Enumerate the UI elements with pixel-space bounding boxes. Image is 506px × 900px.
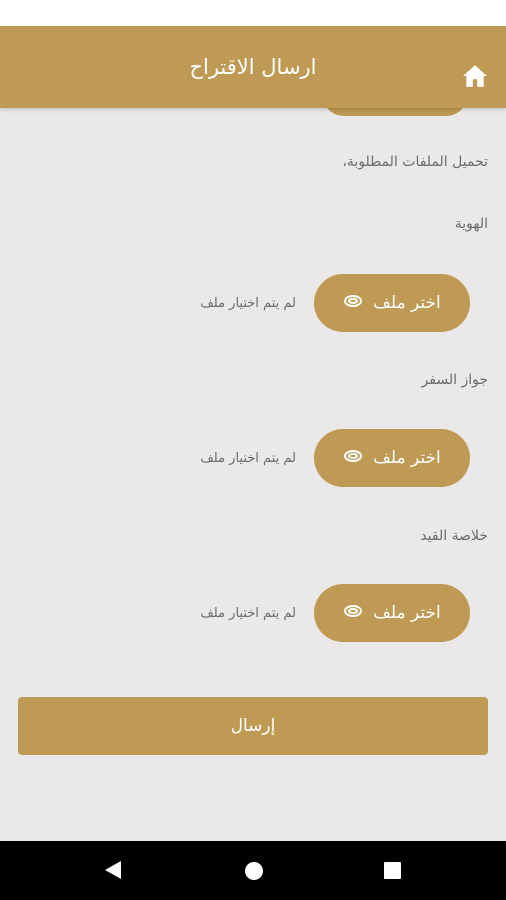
page-title: ارسال الاقتراح: [189, 55, 317, 79]
choose-file-label: اختر ملف: [373, 293, 441, 313]
upload-intro-text: تحميل الملفات المطلوبة،: [342, 154, 488, 170]
app-screen: ارسال الاقتراح تحميل الملفات المطلوبة، ا…: [0, 0, 506, 900]
choose-file-button-passport[interactable]: اختر ملف: [314, 429, 470, 487]
home-icon[interactable]: [462, 64, 488, 88]
home-circle-icon[interactable]: [244, 861, 264, 881]
system-nav-bar: [0, 841, 506, 900]
field-label-passport: جواز السفر: [421, 372, 488, 388]
file-status-passport: لم يتم اختيار ملف: [200, 450, 296, 466]
file-row-passport: اختر ملف لم يتم اختيار ملف: [0, 429, 506, 487]
recents-icon[interactable]: [384, 862, 401, 879]
choose-file-label: اختر ملف: [373, 448, 441, 468]
status-bar: [0, 0, 506, 26]
choose-file-button-id[interactable]: اختر ملف: [314, 274, 470, 332]
choose-file-button-civil-record[interactable]: اختر ملف: [314, 584, 470, 642]
file-status-id: لم يتم اختيار ملف: [200, 295, 296, 311]
file-status-civil-record: لم يتم اختيار ملف: [200, 605, 296, 621]
attachment-icon: [343, 293, 363, 313]
file-row-civil-record: اختر ملف لم يتم اختيار ملف: [0, 584, 506, 642]
attachment-icon: [343, 603, 363, 623]
back-icon[interactable]: [104, 860, 122, 880]
field-label-id: الهوية: [454, 216, 488, 232]
app-header: ارسال الاقتراح: [0, 26, 506, 108]
submit-button[interactable]: إرسال: [18, 697, 488, 755]
file-row-id: اختر ملف لم يتم اختيار ملف: [0, 274, 506, 332]
attachment-icon: [343, 448, 363, 468]
choose-file-label: اختر ملف: [373, 603, 441, 623]
field-label-civil-record: خلاصة القيد: [420, 528, 488, 544]
